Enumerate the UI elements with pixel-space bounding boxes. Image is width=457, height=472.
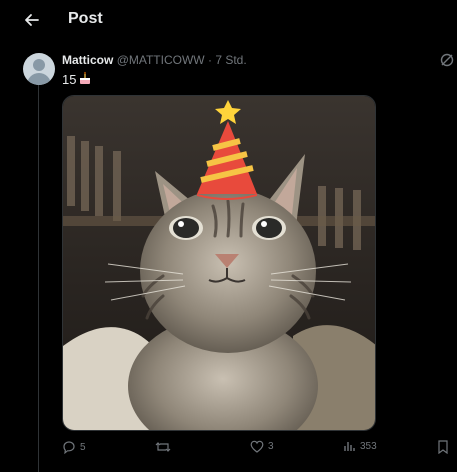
reply-count: 5 xyxy=(80,441,86,453)
like-count: 3 xyxy=(268,441,274,452)
like-button[interactable]: 3 xyxy=(250,440,274,453)
bookmark-icon xyxy=(438,440,448,454)
birthday-cake-icon xyxy=(78,71,92,88)
thread-line xyxy=(38,84,39,472)
grok-icon[interactable] xyxy=(439,52,455,68)
top-bar: Post xyxy=(0,0,457,40)
reply-icon xyxy=(63,441,75,454)
back-arrow-icon[interactable] xyxy=(22,10,42,30)
analytics-icon xyxy=(344,442,355,451)
avatar[interactable] xyxy=(23,53,55,85)
reply-button[interactable]: 5 xyxy=(62,440,86,454)
view-count: 353 xyxy=(360,440,377,452)
post-image[interactable] xyxy=(62,95,376,431)
repost-button[interactable] xyxy=(155,440,175,454)
views-button[interactable]: 353 xyxy=(344,440,377,452)
page-title: Post xyxy=(68,10,103,27)
post-time[interactable]: 7 Std. xyxy=(215,53,246,67)
action-bar: 5 3 353 xyxy=(0,440,457,460)
cat-with-party-hat xyxy=(63,96,375,430)
post-meta: Matticow @MATTICOWW · 7 Std. xyxy=(62,53,247,67)
post-text-content: 15 xyxy=(62,72,77,87)
post-text: 15 xyxy=(62,71,92,88)
author-name[interactable]: Matticow xyxy=(62,53,113,67)
meta-separator: · xyxy=(207,53,212,67)
repost-icon xyxy=(155,442,171,452)
author-handle[interactable]: @MATTICOWW xyxy=(117,53,205,67)
heart-icon xyxy=(250,440,264,453)
bookmark-button[interactable] xyxy=(437,440,449,454)
